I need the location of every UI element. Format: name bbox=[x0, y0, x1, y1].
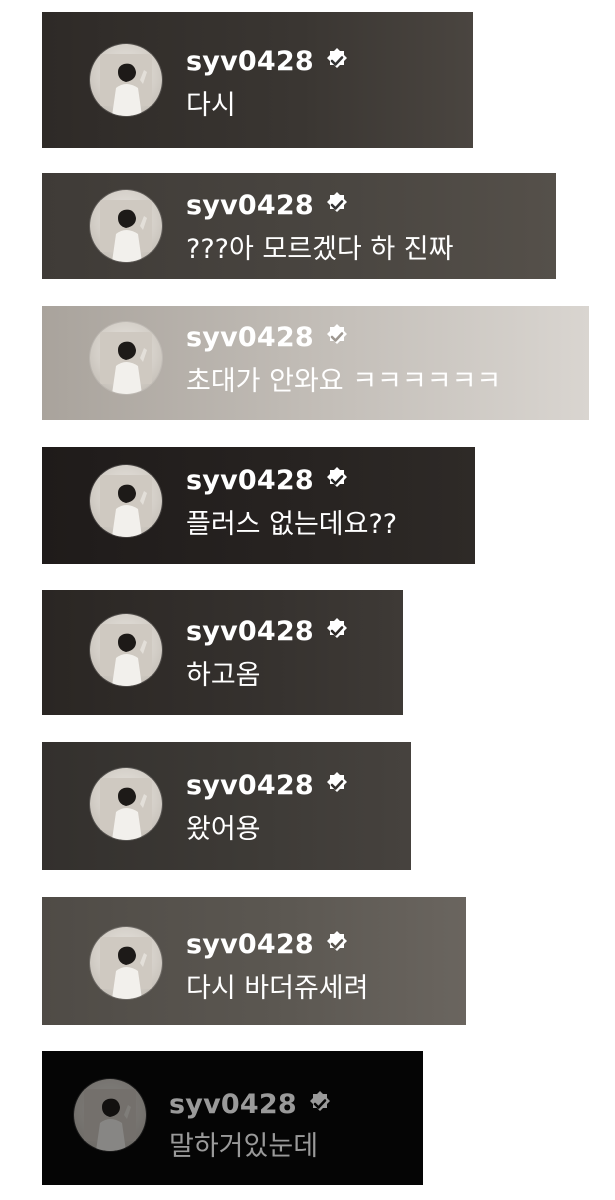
comment-text: 말하거있눈데 bbox=[169, 1131, 319, 1162]
comment-card: syv0428 ???아 모르겠다 하 진짜 bbox=[42, 173, 556, 279]
comment-card: syv0428 왔어용 bbox=[42, 742, 411, 870]
avatar[interactable] bbox=[74, 1079, 146, 1151]
avatar[interactable] bbox=[90, 44, 162, 116]
comment-card: syv0428 플러스 없는데요?? bbox=[42, 447, 475, 564]
verified-check-icon bbox=[326, 772, 347, 792]
username[interactable]: syv0428 bbox=[186, 618, 314, 645]
comment-text: 왔어용 bbox=[186, 814, 261, 845]
verified-check-icon bbox=[326, 48, 347, 68]
avatar[interactable] bbox=[90, 465, 162, 537]
comment-card: syv0428 말하거있눈데 bbox=[42, 1051, 423, 1185]
comment-text: 다시 bbox=[186, 90, 236, 121]
comment-text: 다시 바더쥬세려 bbox=[186, 973, 369, 1004]
comment-card: syv0428 하고옴 bbox=[42, 590, 403, 715]
comment-card: syv0428 다시 bbox=[42, 12, 473, 148]
username[interactable]: syv0428 bbox=[169, 1091, 297, 1118]
username[interactable]: syv0428 bbox=[186, 931, 314, 958]
username[interactable]: syv0428 bbox=[186, 324, 314, 351]
avatar[interactable] bbox=[90, 614, 162, 686]
comment-text: 하고옴 bbox=[186, 660, 261, 691]
username[interactable]: syv0428 bbox=[186, 772, 314, 799]
comment-text: ???아 모르겠다 하 진짜 bbox=[186, 234, 454, 265]
avatar[interactable] bbox=[90, 322, 162, 394]
comment-card: syv0428 다시 바더쥬세려 bbox=[42, 897, 466, 1025]
username[interactable]: syv0428 bbox=[186, 192, 314, 219]
verified-check-icon bbox=[326, 192, 347, 212]
verified-check-icon bbox=[326, 618, 347, 638]
comment-text: 초대가 안와요 ㅋㅋㅋㅋㅋㅋ bbox=[186, 366, 502, 397]
comment-text: 플러스 없는데요?? bbox=[186, 509, 398, 540]
avatar[interactable] bbox=[90, 927, 162, 999]
avatar[interactable] bbox=[90, 768, 162, 840]
verified-check-icon bbox=[326, 324, 347, 344]
verified-check-icon bbox=[309, 1091, 330, 1111]
avatar[interactable] bbox=[90, 190, 162, 262]
username[interactable]: syv0428 bbox=[186, 467, 314, 494]
verified-check-icon bbox=[326, 467, 347, 487]
comment-card: syv0428 초대가 안와요 ㅋㅋㅋㅋㅋㅋ bbox=[42, 306, 589, 420]
verified-check-icon bbox=[326, 931, 347, 951]
username[interactable]: syv0428 bbox=[186, 48, 314, 75]
